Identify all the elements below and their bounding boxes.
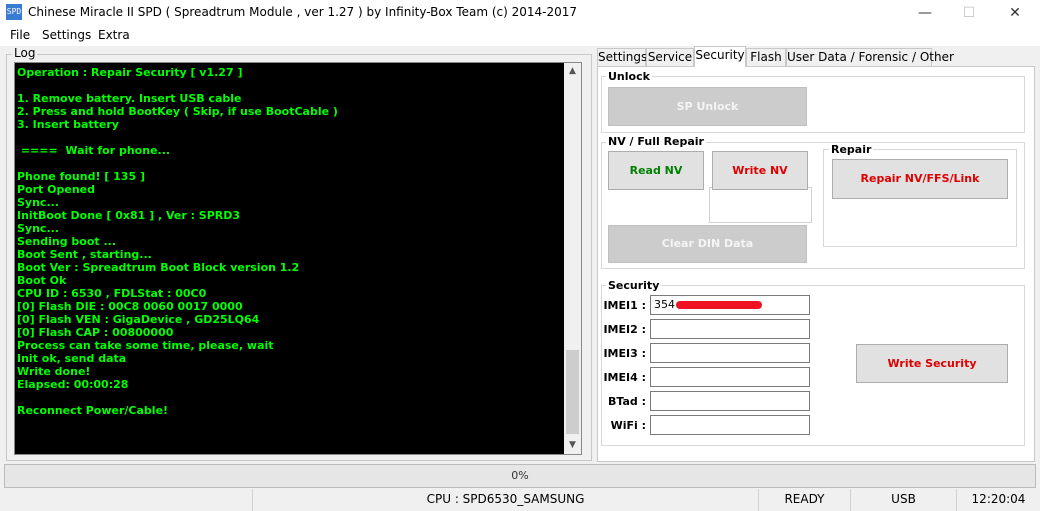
repair-nv-ffs-link-button[interactable]: Repair NV/FFS/Link xyxy=(832,159,1008,199)
read-nv-button[interactable]: Read NV xyxy=(608,151,704,190)
log-line: Sync... xyxy=(17,196,59,209)
imei3-field[interactable] xyxy=(650,343,810,363)
menu-settings[interactable]: Settings xyxy=(42,28,91,42)
title-bar: SPD Chinese Miracle II SPD ( Spreadtrum … xyxy=(0,0,1040,26)
nv-repair-group-title: NV / Full Repair xyxy=(606,135,706,148)
btad-field[interactable] xyxy=(650,391,810,411)
log-line: [0] Flash CAP : 00800000 xyxy=(17,326,174,339)
log-label: Log xyxy=(12,46,38,60)
maximize-button[interactable]: ☐ xyxy=(946,0,992,26)
status-bar: CPU : SPD6530_SAMSUNG READY USB 12:20:04 xyxy=(0,489,1040,511)
window-title: Chinese Miracle II SPD ( Spreadtrum Modu… xyxy=(28,5,578,19)
imei2-label: IMEI2 : xyxy=(603,323,646,336)
progress-text: 0% xyxy=(511,469,529,482)
menu-file[interactable]: File xyxy=(10,28,30,42)
write-nv-frame xyxy=(709,187,812,223)
imei1-value: 354 xyxy=(654,298,675,311)
log-line: Init ok, send data xyxy=(17,352,127,365)
wifi-label: WiFi : xyxy=(610,419,646,432)
log-line: CPU ID : 6530 , FDLStat : 00C0 xyxy=(17,287,207,300)
log-line: Port Opened xyxy=(17,183,95,196)
menu-bar: File Settings Extra xyxy=(0,26,1040,46)
imei2-field[interactable] xyxy=(650,319,810,339)
security-group-title: Security xyxy=(606,279,662,292)
log-line: 1. Remove battery. Insert USB cable xyxy=(17,92,242,105)
scroll-down-arrow-icon[interactable]: ▼ xyxy=(564,437,581,454)
btad-label: BTad : xyxy=(608,395,646,408)
log-line: Write done! xyxy=(17,365,91,378)
progress-bar: 0% xyxy=(4,464,1036,488)
scroll-thumb[interactable] xyxy=(566,350,579,434)
scroll-up-arrow-icon[interactable]: ▲ xyxy=(564,63,581,80)
log-line: 2. Press and hold BootKey ( Skip, if use… xyxy=(17,105,338,118)
imei4-field[interactable] xyxy=(650,367,810,387)
log-line: Boot Ver : Spreadtrum Boot Block version… xyxy=(17,261,300,274)
log-line: [0] Flash VEN : GigaDevice , GD25LQ64 xyxy=(17,313,260,326)
tab-flash[interactable]: Flash xyxy=(746,48,786,67)
status-cpu: CPU : SPD6530_SAMSUNG xyxy=(252,489,758,511)
imei1-label: IMEI1 : xyxy=(603,299,646,312)
tab-settings[interactable]: Settings xyxy=(597,48,647,67)
sp-unlock-button[interactable]: SP Unlock xyxy=(608,87,807,126)
log-line: Process can take some time, please, wait xyxy=(17,339,274,352)
security-tab-panel: Unlock SP Unlock NV / Full Repair Read N… xyxy=(597,66,1035,462)
log-line: InitBoot Done [ 0x81 ] , Ver : SPRD3 xyxy=(17,209,241,222)
log-text: Operation : Repair Security [ v1.27 ] 1. … xyxy=(17,66,561,452)
log-line: Elapsed: 00:00:28 xyxy=(17,378,129,391)
status-state: READY xyxy=(758,489,850,511)
write-security-button[interactable]: Write Security xyxy=(856,344,1008,383)
wifi-field[interactable] xyxy=(650,415,810,435)
write-nv-button[interactable]: Write NV xyxy=(712,151,808,190)
log-scrollbar[interactable]: ▲ ▼ xyxy=(564,63,581,454)
clear-din-data-button[interactable]: Clear DIN Data xyxy=(608,225,807,263)
unlock-group-title: Unlock xyxy=(606,70,652,83)
log-line: Sending boot ... xyxy=(17,235,117,248)
imei1-field[interactable]: 354 xyxy=(650,295,810,315)
minimize-button[interactable]: — xyxy=(902,0,948,26)
tab-user-data[interactable]: User Data / Forensic / Other xyxy=(786,48,954,67)
repair-group-title: Repair xyxy=(829,143,874,156)
redaction-mark xyxy=(676,301,762,309)
log-line: Phone found! [ 135 ] xyxy=(17,170,145,183)
log-line: [0] Flash DIE : 00C8 0060 0017 0000 xyxy=(17,300,243,313)
status-time: 12:20:04 xyxy=(956,489,1040,511)
log-line: ==== Wait for phone... xyxy=(17,144,171,157)
imei4-label: IMEI4 : xyxy=(603,371,646,384)
log-line: Sync... xyxy=(17,222,59,235)
tab-service[interactable]: Service xyxy=(646,48,694,67)
menu-extra[interactable]: Extra xyxy=(98,28,130,42)
imei3-label: IMEI3 : xyxy=(603,347,646,360)
status-port: USB xyxy=(850,489,956,511)
close-button[interactable]: ✕ xyxy=(992,0,1038,26)
log-line: Operation : Repair Security [ v1.27 ] xyxy=(17,66,243,79)
log-console[interactable]: Operation : Repair Security [ v1.27 ] 1. … xyxy=(14,62,582,455)
tab-security[interactable]: Security xyxy=(694,46,746,67)
log-line: Boot Sent , starting... xyxy=(17,248,152,261)
log-line: Reconnect Power/Cable! xyxy=(17,404,169,417)
app-icon: SPD xyxy=(6,4,22,20)
log-line: Boot Ok xyxy=(17,274,67,287)
log-line: 3. Insert battery xyxy=(17,118,119,131)
